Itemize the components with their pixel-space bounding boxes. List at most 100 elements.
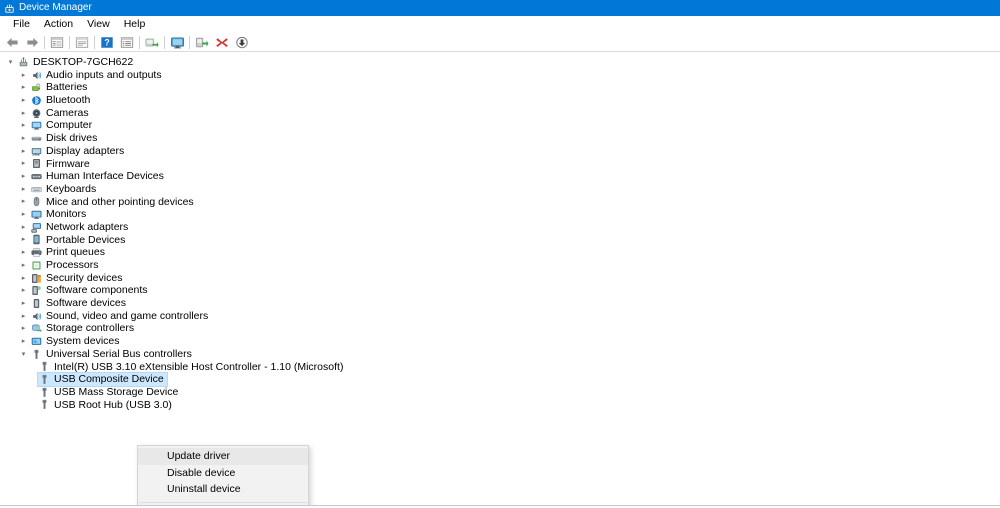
back-button[interactable] (2, 34, 22, 51)
tree-item-universal-serial-bus-controllers[interactable]: ▾ Universal Serial Bus controllers (0, 348, 1000, 361)
forward-button[interactable] (22, 34, 42, 51)
tree-item-monitors[interactable]: ▸ Monitors (0, 208, 1000, 221)
menu-bar: File Action View Help (0, 16, 1000, 33)
bluetooth-icon (30, 94, 43, 106)
tree-item-sound-video-and-game-controllers[interactable]: ▸ Sound, video and game controllers (0, 310, 1000, 323)
chevron-right-icon[interactable]: ▸ (17, 287, 30, 294)
tree-item-usb-composite-device[interactable]: USB Composite Device (0, 372, 1000, 387)
chevron-right-icon[interactable]: ▸ (17, 97, 30, 104)
chevron-right-icon[interactable]: ▸ (17, 84, 30, 91)
processor-icon (30, 259, 43, 271)
uninstall-device-icon (195, 37, 209, 47)
tree-item-processors[interactable]: ▸ Processors (0, 259, 1000, 272)
tree-item-storage-controllers[interactable]: ▸ Storage controllers (0, 322, 1000, 335)
chevron-right-icon[interactable]: ▸ (17, 275, 30, 282)
usb-device-icon (38, 386, 51, 398)
tree-item-firmware[interactable]: ▸ Firmware (0, 158, 1000, 171)
tree-item-label: Display adapters (46, 144, 125, 157)
view-options-button[interactable] (117, 34, 137, 51)
help-button[interactable]: ? (97, 34, 117, 51)
tree-item-label: Keyboards (46, 182, 97, 195)
tree-item-label: Disk drives (46, 132, 98, 145)
view-list-icon (120, 36, 134, 48)
chevron-right-icon[interactable]: ▸ (17, 148, 30, 155)
tree-item-computer[interactable]: ▸ Computer (0, 119, 1000, 132)
tree-item-software-devices[interactable]: ▸ Software devices (0, 297, 1000, 310)
chevron-right-icon[interactable]: ▸ (17, 325, 30, 332)
menu-view[interactable]: View (80, 16, 117, 33)
tree-item-label: Software devices (46, 297, 126, 310)
tree-item-human-interface-devices[interactable]: ▸ Human Interface Devices (0, 170, 1000, 183)
context-menu-item-update-driver[interactable]: Update driver (138, 448, 308, 465)
disable-device-button[interactable] (212, 34, 232, 51)
menu-action[interactable]: Action (37, 16, 80, 33)
chevron-right-icon[interactable]: ▸ (17, 211, 30, 218)
monitor-icon (30, 209, 43, 221)
chevron-right-icon[interactable]: ▸ (17, 300, 30, 307)
tree-item-security-devices[interactable]: ▸ Security devices (0, 272, 1000, 285)
tree-item-label: Human Interface Devices (46, 170, 164, 183)
tree-root-item[interactable]: ▾ DESKTOP-7GCH622 (0, 56, 1000, 69)
tree-item-system-devices[interactable]: ▸ System devices (0, 335, 1000, 348)
chevron-down-icon[interactable]: ▾ (4, 59, 17, 66)
chevron-right-icon[interactable]: ▸ (17, 262, 30, 269)
toolbar-separator (44, 35, 45, 49)
chevron-right-icon[interactable]: ▸ (17, 236, 30, 243)
context-menu[interactable]: Update driver Disable device Uninstall d… (137, 445, 309, 505)
tree-item-bluetooth[interactable]: ▸ Bluetooth (0, 94, 1000, 107)
security-device-icon (30, 272, 43, 284)
tree-item-network-adapters[interactable]: ▸ Network adapters (0, 221, 1000, 234)
tree-item-label: Processors (46, 259, 99, 271)
device-tree[interactable]: ▾ DESKTOP-7GCH622 ▸ Audio inputs and out… (0, 52, 1000, 411)
title-bar: Device Manager (0, 0, 1000, 16)
chevron-right-icon[interactable]: ▸ (17, 198, 30, 205)
chevron-right-icon[interactable]: ▸ (17, 110, 30, 117)
context-menu-item-uninstall-device[interactable]: Uninstall device (138, 481, 308, 498)
tree-item-label: USB Root Hub (USB 3.0) (54, 398, 172, 411)
show-hide-console-tree-button[interactable] (47, 34, 67, 51)
chevron-down-icon[interactable]: ▾ (17, 351, 30, 358)
tree-item-label: Intel(R) USB 3.10 eXtensible Host Contro… (54, 360, 344, 373)
chevron-right-icon[interactable]: ▸ (17, 224, 30, 231)
tree-item-label: Sound, video and game controllers (46, 309, 209, 322)
red-x-icon (216, 37, 228, 47)
uninstall-device-button[interactable] (192, 34, 212, 51)
tree-item-mice-and-other-pointing-devices[interactable]: ▸ Mice and other pointing devices (0, 196, 1000, 209)
tree-item-software-components[interactable]: ▸ Software components (0, 284, 1000, 297)
keyboard-icon (30, 183, 43, 195)
properties-button[interactable] (72, 34, 92, 51)
scan-for-hardware-changes-button[interactable] (167, 34, 187, 51)
tree-item-disk-drives[interactable]: ▸ Disk drives (0, 132, 1000, 145)
tree-item-keyboards[interactable]: ▸ Keyboards (0, 183, 1000, 196)
tree-item-usb-mass-storage-device[interactable]: USB Mass Storage Device (0, 386, 1000, 399)
chevron-right-icon[interactable]: ▸ (17, 72, 30, 79)
chevron-right-icon[interactable]: ▸ (17, 249, 30, 256)
usb-device-icon (38, 374, 51, 386)
tree-item-batteries[interactable]: ▸ Batteries (0, 81, 1000, 94)
chevron-right-icon[interactable]: ▸ (17, 173, 30, 180)
chevron-right-icon[interactable]: ▸ (17, 122, 30, 129)
menu-help[interactable]: Help (117, 16, 153, 33)
chevron-right-icon[interactable]: ▸ (17, 338, 30, 345)
tree-item-print-queues[interactable]: ▸ Print queues (0, 246, 1000, 259)
content-area: ▾ DESKTOP-7GCH622 ▸ Audio inputs and out… (0, 52, 1000, 506)
tree-item-portable-devices[interactable]: ▸ Portable Devices (0, 234, 1000, 247)
context-menu-item-disable-device[interactable]: Disable device (138, 465, 308, 482)
menu-file[interactable]: File (6, 16, 37, 33)
tree-item-usb-device[interactable]: Intel(R) USB 3.10 eXtensible Host Contro… (0, 361, 1000, 374)
mouse-icon (30, 196, 43, 208)
chevron-right-icon[interactable]: ▸ (17, 186, 30, 193)
enable-device-button[interactable] (232, 34, 252, 51)
chevron-right-icon[interactable]: ▸ (17, 135, 30, 142)
tree-item-label: Portable Devices (46, 233, 126, 246)
tree-item-audio-inputs-and-outputs[interactable]: ▸ Audio inputs and outputs (0, 69, 1000, 82)
tree-item-cameras[interactable]: ▸ Cameras (0, 107, 1000, 120)
chevron-right-icon[interactable]: ▸ (17, 313, 30, 320)
tree-item-label: USB Composite Device (54, 373, 164, 386)
tree-item-usb-root-hub[interactable]: USB Root Hub (USB 3.0) (0, 399, 1000, 412)
svg-text:?: ? (104, 37, 109, 47)
chevron-right-icon[interactable]: ▸ (17, 160, 30, 167)
tree-item-display-adapters[interactable]: ▸ Display adapters (0, 145, 1000, 158)
update-driver-button[interactable] (142, 34, 162, 51)
down-arrow-circle-icon (236, 36, 248, 48)
